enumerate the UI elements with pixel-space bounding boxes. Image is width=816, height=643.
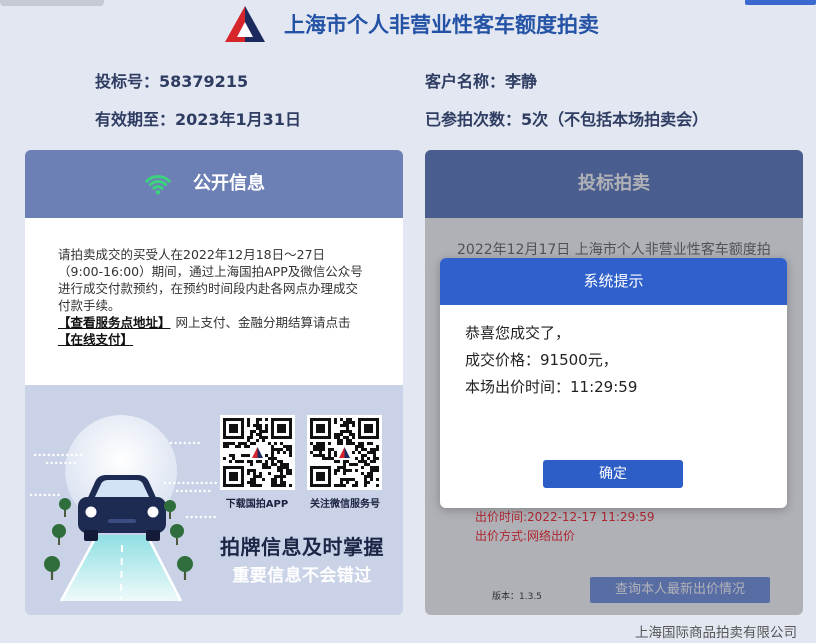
notice-link-line: 【查看服务点地址】 网上支付、金融分期结算请点击 (58, 314, 363, 331)
dialog-line: 成交价格：91500元， (465, 351, 618, 369)
qr-label-app: 下载国拍APP (225, 499, 289, 510)
auction-logo-icon (225, 6, 265, 42)
top-right-button[interactable] (745, 0, 816, 5)
bid-number: 投标号：58379215 (95, 71, 248, 93)
tree-icon (52, 524, 66, 545)
dialog-message: 恭喜您成交了， 成交价格：91500元， 本场出价时间：11:29:59 (465, 320, 637, 401)
auction-count-label: 已参拍次数： (425, 110, 522, 129)
dialog-title: 系统提示 (440, 258, 787, 305)
valid-until-value: 2023年1月31日 (175, 110, 301, 129)
tree-icon (177, 556, 193, 580)
notice-link-line: 【在线支付】 (58, 331, 363, 348)
site-title: 上海市个人非营业性客车额度拍卖 (284, 13, 599, 37)
road (59, 534, 183, 602)
tree-icon (170, 524, 184, 545)
dialog-line: 本场出价时间：11:29:59 (465, 378, 638, 396)
notice-line: 付款手续。 (58, 298, 121, 313)
valid-until-label: 有效期至： (95, 110, 176, 129)
qr-label-wechat: 关注微信服务号 (310, 499, 380, 510)
promo-slogan: 拍牌信息及时掌握 (220, 535, 384, 559)
qr-logo-icon (337, 445, 352, 460)
payment-notice: 请拍卖成交的买受人在2022年12月18日～27日 （9:00-16:00）期间… (58, 246, 363, 348)
bid-number-value: 58379215 (159, 72, 249, 91)
customer-name-value: 李静 (505, 72, 538, 91)
company-footer: 上海国际商品拍卖有限公司 (635, 625, 797, 641)
tree-icon (59, 498, 71, 517)
system-prompt-dialog: 系统提示 恭喜您成交了， 成交价格：91500元， 本场出价时间：11:29:5… (440, 258, 787, 508)
customer-name-label: 客户名称： (425, 72, 506, 91)
notice-line: （9:00-16:00）期间，通过上海国拍APP及微信公众号 (58, 264, 363, 279)
qr-code-app-download (220, 415, 295, 490)
promo-sub-slogan: 重要信息不会错过 (232, 566, 372, 586)
qr-logo-icon (250, 445, 265, 460)
qr-code-wechat-service (307, 415, 382, 490)
public-info-title: 公开信息 (193, 173, 265, 194)
tree-icon (44, 556, 60, 580)
payment-text: 网上支付、金融分期结算请点击 (175, 315, 351, 330)
online-payment-link[interactable]: 【在线支付】 (58, 332, 133, 347)
dialog-line: 恭喜您成交了， (465, 324, 571, 342)
public-info-body: 请拍卖成交的买受人在2022年12月18日～27日 （9:00-16:00）期间… (25, 218, 403, 385)
bid-number-label: 投标号： (95, 72, 160, 91)
public-info-header: 公开信息 (25, 150, 403, 218)
notice-line: 进行成交付款预约，在预约时间段内赴各网点办理成交 (58, 281, 359, 296)
customer-name: 客户名称：李静 (425, 71, 537, 93)
wifi-icon (145, 175, 171, 195)
auction-count-value: 5次（不包括本场拍卖会） (521, 110, 709, 129)
public-info-panel: 公开信息 请拍卖成交的买受人在2022年12月18日～27日 （9:00-16:… (25, 150, 403, 615)
service-address-link[interactable]: 【查看服务点地址】 (58, 315, 171, 330)
confirm-button[interactable]: 确定 (543, 460, 683, 488)
valid-until: 有效期至：2023年1月31日 (95, 109, 301, 131)
top-left-tab (0, 0, 104, 6)
auction-count: 已参拍次数：5次（不包括本场拍卖会） (425, 109, 708, 131)
app-promo-section: 下载国拍APP 关注微信服务号 拍牌信息及时掌握 重要信息不会错过 (25, 385, 403, 615)
auction-result-page: 上海市个人非营业性客车额度拍卖 投标号：58379215 客户名称：李静 有效期… (0, 0, 816, 643)
notice-line: 请拍卖成交的买受人在2022年12月18日～27日 (58, 247, 326, 262)
car-road-illustration (29, 415, 219, 602)
